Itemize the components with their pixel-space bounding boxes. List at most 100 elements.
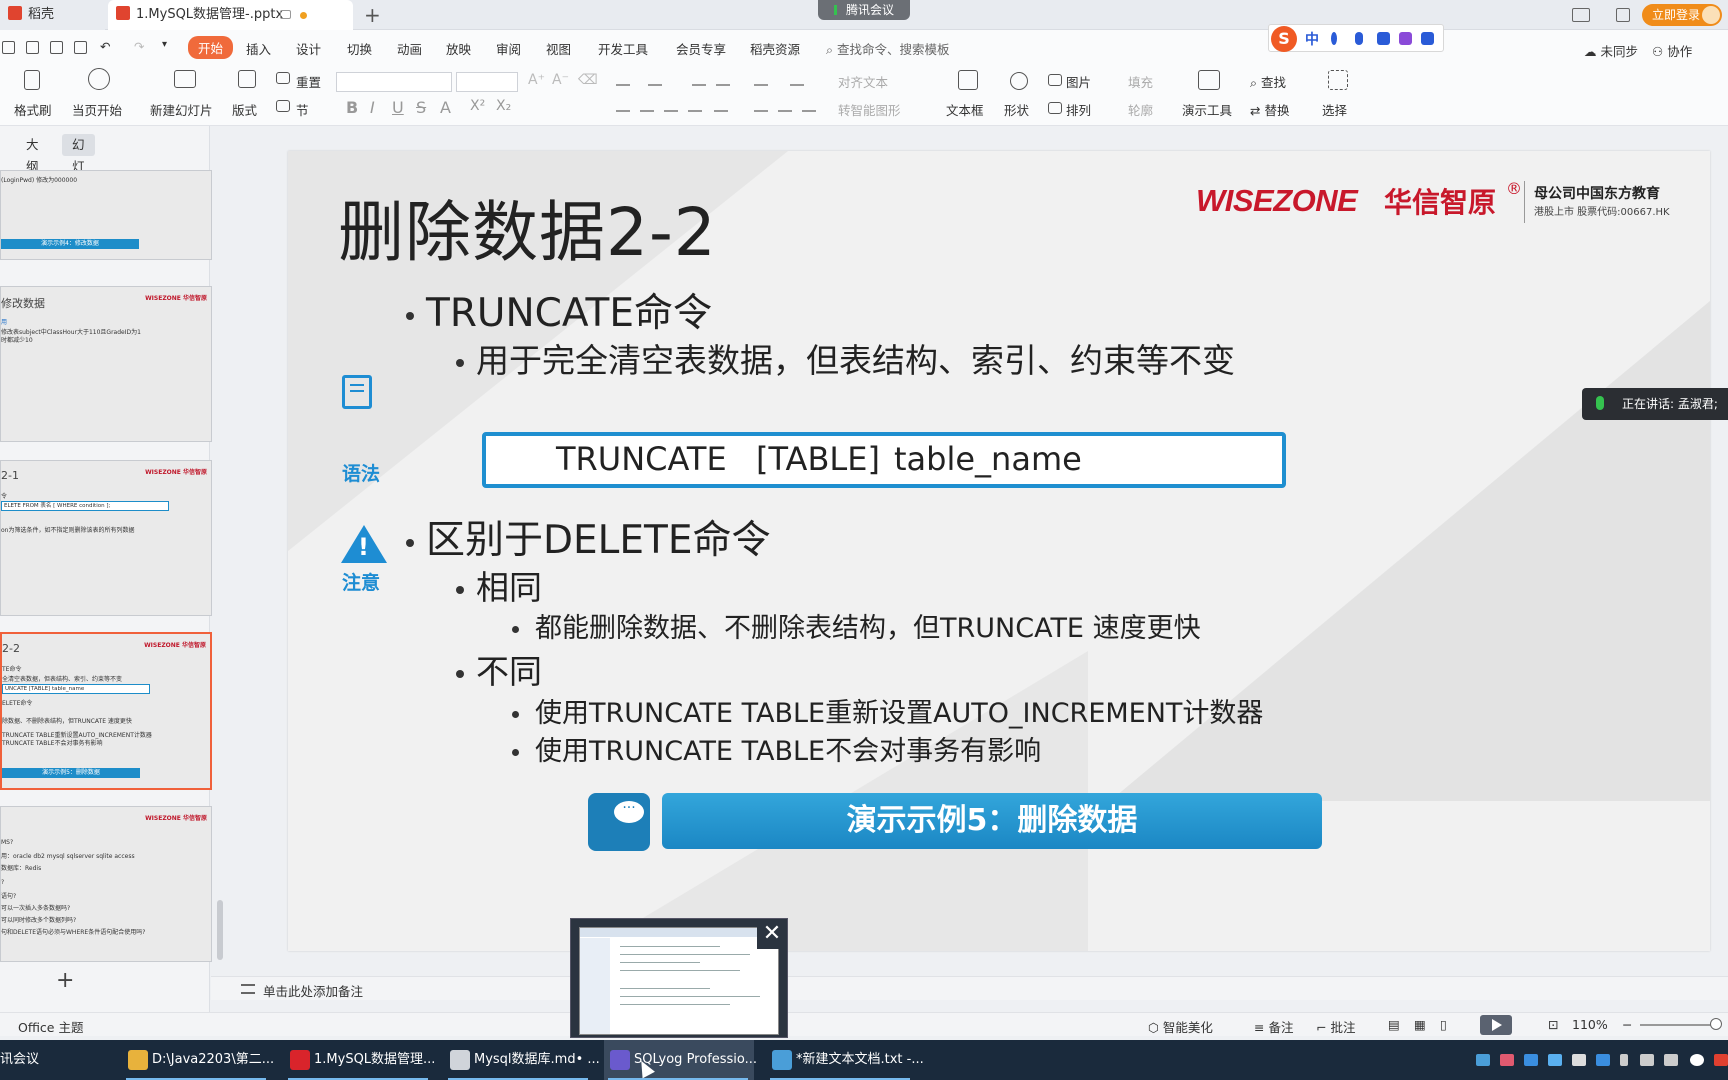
replace-button[interactable]: ⇄ 替换 bbox=[1250, 100, 1289, 119]
shrink-font-icon[interactable]: A⁻ bbox=[552, 72, 569, 88]
sync-status[interactable]: ☁ 未同步 bbox=[1584, 41, 1638, 60]
volume-icon[interactable] bbox=[1640, 1054, 1654, 1066]
network-icon[interactable] bbox=[1664, 1054, 1678, 1066]
skin-shirt-icon[interactable] bbox=[1399, 32, 1412, 45]
more-icon[interactable]: ▾ bbox=[162, 39, 167, 50]
shape-button[interactable]: 形状 bbox=[1004, 100, 1029, 119]
task-wps[interactable]: 1.MySQL数据管理... bbox=[284, 1040, 435, 1080]
format-painter-button[interactable]: 格式刷 bbox=[14, 100, 52, 119]
slideshow-play-button[interactable] bbox=[1480, 1015, 1512, 1035]
grid-icon[interactable] bbox=[1616, 8, 1630, 22]
zoom-level[interactable]: 110% bbox=[1572, 1017, 1608, 1032]
find-button[interactable]: ⌕ 查找 bbox=[1250, 72, 1286, 91]
para-spacing-icon[interactable] bbox=[778, 100, 792, 112]
tray-app-icon[interactable] bbox=[1548, 1054, 1562, 1066]
toolbox-icon[interactable] bbox=[1421, 32, 1434, 45]
textbox-button[interactable]: 文本框 bbox=[946, 100, 984, 119]
present-tools-button[interactable]: 演示工具 bbox=[1182, 100, 1232, 119]
task-typora[interactable]: Mysql数据库.md• ... bbox=[444, 1040, 600, 1080]
file-icon[interactable] bbox=[2, 41, 15, 54]
bullet-diff-2[interactable]: 使用TRUNCATE TABLE不会对事务有影响 bbox=[512, 729, 1041, 768]
syntax-box[interactable]: TRUNCATE [TABLE] table_name bbox=[482, 432, 1286, 488]
bullet-truncate[interactable]: TRUNCATE命令 bbox=[406, 282, 712, 338]
task-meeting[interactable]: 讯会议 bbox=[0, 1040, 90, 1080]
slide-title[interactable]: 删除数据2-2 bbox=[338, 179, 717, 275]
add-slide-button[interactable]: + bbox=[56, 968, 74, 993]
menu-transition[interactable]: 切换 bbox=[347, 39, 372, 58]
bullets-icon[interactable] bbox=[616, 74, 630, 86]
redo-icon[interactable]: ↷ bbox=[134, 39, 144, 54]
menu-docer-resources[interactable]: 稻壳资源 bbox=[750, 39, 800, 58]
ime-toolbar[interactable]: S 中 bbox=[1268, 24, 1444, 52]
close-circle-icon[interactable] bbox=[1690, 1054, 1704, 1066]
bullet-same-desc[interactable]: 都能删除数据、不删除表结构，但TRUNCATE 速度更快 bbox=[512, 606, 1201, 645]
picture-button[interactable]: 图片 bbox=[1066, 72, 1091, 91]
meeting-indicator[interactable]: 腾讯会议 bbox=[818, 0, 910, 20]
task-notepad[interactable]: *新建文本文档.txt -... bbox=[766, 1040, 924, 1080]
save-icon[interactable] bbox=[26, 41, 39, 54]
login-button[interactable]: 立即登录 bbox=[1642, 4, 1722, 26]
text-direction-icon[interactable] bbox=[754, 74, 768, 86]
menu-review[interactable]: 审阅 bbox=[496, 39, 521, 58]
tray-app-icon[interactable] bbox=[1714, 1054, 1728, 1066]
preview-icon[interactable] bbox=[74, 41, 87, 54]
clear-format-icon[interactable]: ⌫ bbox=[578, 72, 598, 88]
distribute-icon[interactable] bbox=[714, 100, 728, 112]
numbering-icon[interactable] bbox=[648, 74, 662, 86]
task-sqlyog[interactable]: SQLyog Professio... bbox=[604, 1040, 757, 1080]
font-size-select[interactable] bbox=[456, 72, 518, 92]
align-right-icon[interactable] bbox=[664, 100, 678, 112]
punct-icon[interactable] bbox=[1331, 32, 1337, 45]
demo-banner[interactable]: 演示示例5：删除数据 bbox=[662, 793, 1322, 849]
slide-thumbnail[interactable]: WISEZONE 华信智原 修改数据 用 修改表subject中ClassHou… bbox=[0, 286, 212, 442]
bullet-same[interactable]: 相同 bbox=[456, 561, 542, 609]
normal-view-icon[interactable]: ▤ bbox=[1388, 1017, 1400, 1032]
menu-slideshow[interactable]: 放映 bbox=[446, 39, 471, 58]
tray-app-icon[interactable] bbox=[1524, 1054, 1538, 1066]
align-center-icon[interactable] bbox=[640, 100, 654, 112]
close-icon[interactable]: ✕ bbox=[757, 919, 787, 949]
tray-app-icon[interactable] bbox=[1596, 1054, 1610, 1066]
menu-member[interactable]: 会员专享 bbox=[676, 39, 726, 58]
para-spacing-2-icon[interactable] bbox=[802, 100, 816, 112]
line-spacing-icon[interactable] bbox=[754, 100, 768, 112]
task-explorer[interactable]: D:\Java2203\第二... bbox=[122, 1040, 274, 1080]
preview-thumbnail[interactable] bbox=[579, 927, 779, 1035]
underline-icon[interactable]: U bbox=[392, 98, 404, 117]
tray-app-icon[interactable] bbox=[1500, 1054, 1514, 1066]
subscript-icon[interactable]: X₂ bbox=[496, 98, 511, 114]
tray-mic-icon[interactable] bbox=[1620, 1054, 1628, 1066]
remarks-button[interactable]: ≡ 备注 bbox=[1254, 1017, 1293, 1036]
menu-developer[interactable]: 开发工具 bbox=[598, 39, 648, 58]
strike-icon[interactable]: S bbox=[416, 98, 426, 117]
select-button[interactable]: 选择 bbox=[1322, 100, 1347, 119]
new-tab-button[interactable]: + bbox=[364, 3, 381, 27]
bullet-diff[interactable]: 不同 bbox=[456, 645, 542, 693]
zoom-out-icon[interactable]: − bbox=[1622, 1017, 1632, 1032]
beautify-button[interactable]: ⬡ 智能美化 bbox=[1148, 1017, 1213, 1036]
tray-app-icon[interactable] bbox=[1476, 1054, 1490, 1066]
bullet-diff-1[interactable]: 使用TRUNCATE TABLE重新设置AUTO_INCREMENT计数器 bbox=[512, 691, 1263, 730]
grow-font-icon[interactable]: A⁺ bbox=[528, 72, 545, 88]
collab-button[interactable]: ⚇ 协作 bbox=[1652, 41, 1692, 60]
comments-button[interactable]: ⌐ 批注 bbox=[1316, 1017, 1355, 1036]
bold-icon[interactable]: B bbox=[346, 98, 358, 117]
slide-canvas[interactable]: 删除数据2-2 WISEZONE 华信智原 ® 母公司中国东方教育 港股上市 股… bbox=[288, 151, 1710, 951]
align-text-button[interactable]: 对齐文本 bbox=[838, 72, 888, 91]
slide-thumbnail[interactable]: WISEZONE 华信智原 2-1 令 ELETE FROM 表名 [ WHER… bbox=[0, 460, 212, 616]
tray-app-icon[interactable] bbox=[1572, 1054, 1586, 1066]
indent-decrease-icon[interactable] bbox=[692, 74, 706, 86]
slide-thumbnail[interactable]: (LoginPwd) 修改为000000 演示示例4：修改数据 bbox=[0, 170, 212, 260]
menu-view[interactable]: 视图 bbox=[546, 39, 571, 58]
command-search[interactable]: ⌕ 查找命令、搜索模板 bbox=[826, 39, 950, 58]
italic-icon[interactable]: I bbox=[370, 98, 375, 117]
zoom-slider-handle[interactable] bbox=[1710, 1018, 1722, 1030]
ime-mode[interactable]: 中 bbox=[1305, 29, 1319, 49]
tab-home[interactable]: 稻壳 bbox=[0, 0, 105, 30]
sogou-logo-icon[interactable]: S bbox=[1271, 26, 1297, 52]
keyboard-icon[interactable] bbox=[1377, 32, 1390, 45]
align-left-icon[interactable] bbox=[616, 100, 630, 112]
tab-slides[interactable]: 幻灯片 bbox=[62, 134, 95, 196]
font-color-icon[interactable]: A bbox=[440, 98, 451, 117]
bullet-diff-delete[interactable]: 区别于DELETE命令 bbox=[406, 509, 771, 565]
